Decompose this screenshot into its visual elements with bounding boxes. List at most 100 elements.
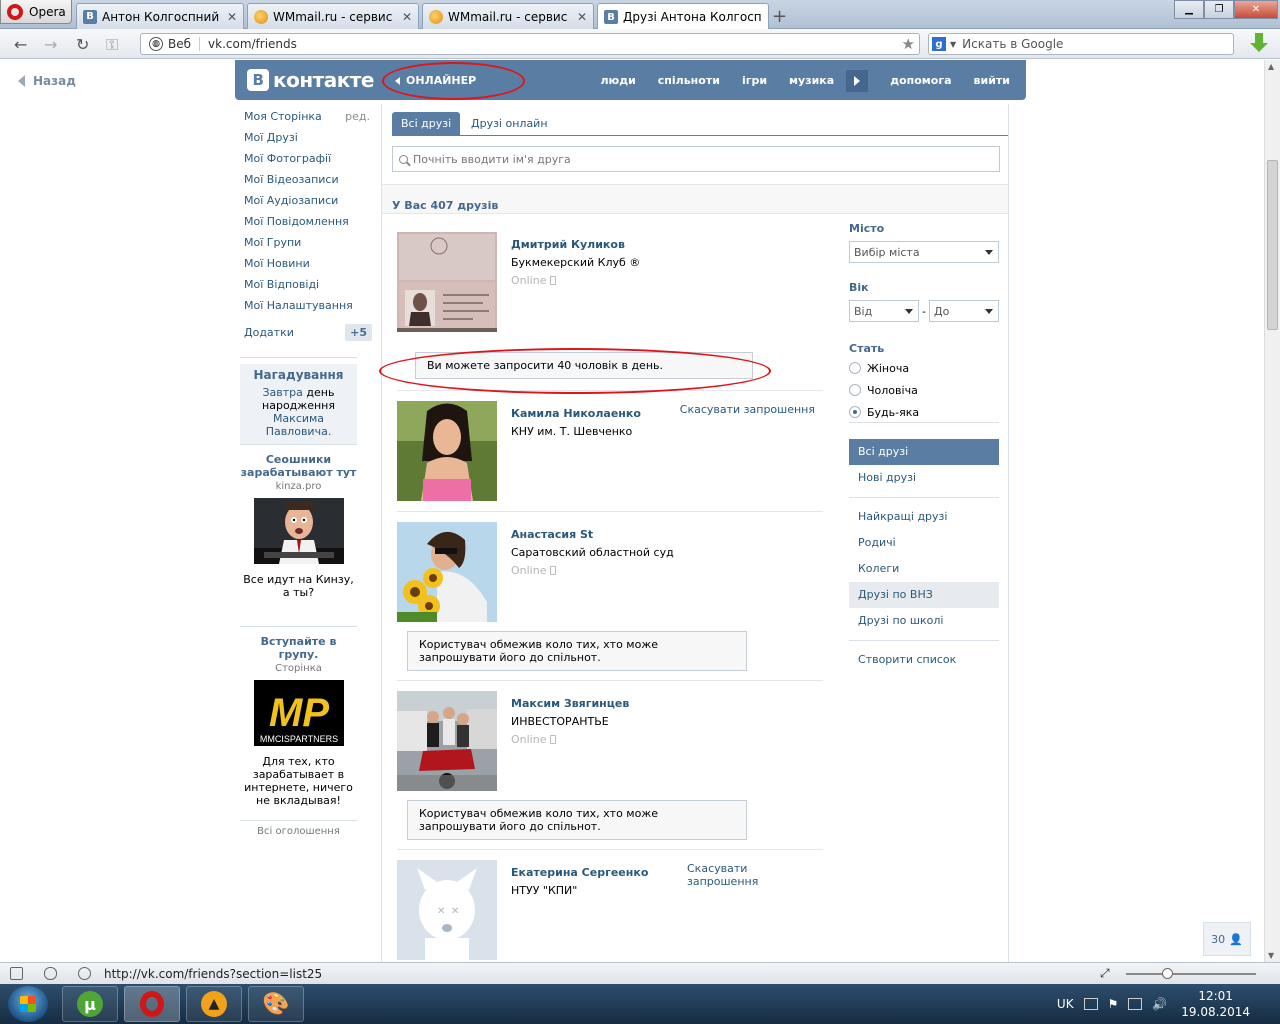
chat-online-button[interactable]: 30 👤 xyxy=(1203,922,1251,956)
list-school-friends[interactable]: Друзі по школі xyxy=(849,608,999,634)
left-menu-apps[interactable]: Додатки +5 xyxy=(244,324,372,347)
cloud-icon[interactable] xyxy=(44,967,57,980)
back-link[interactable]: Назад xyxy=(18,74,76,88)
address-bar[interactable]: ◍ Веб vk.com/friends ★ xyxy=(140,33,920,55)
left-menu-friends[interactable]: Мої Друзі xyxy=(244,131,372,152)
taskbar-paint[interactable]: 🎨 xyxy=(248,986,304,1022)
speed-dial-icon[interactable] xyxy=(78,967,91,980)
menu-games[interactable]: ігри xyxy=(742,74,767,92)
sex-male-radio[interactable]: Чоловіча xyxy=(849,379,999,401)
flag-icon[interactable]: ⚑ xyxy=(1108,997,1119,1011)
friend-photo-passport[interactable] xyxy=(397,232,497,332)
browser-tab-4-active[interactable]: B Друзі Антона Колгосп... xyxy=(597,3,769,30)
friend-photo-motorbike[interactable] xyxy=(397,691,497,791)
friend-name-link[interactable]: Анастасия St xyxy=(511,528,593,541)
sex-any-radio[interactable]: Будь-яка xyxy=(849,401,999,423)
maximize-icon[interactable]: ❐ xyxy=(1204,0,1234,19)
browser-tab-1[interactable]: B Антон Колгоспний ✕ xyxy=(76,3,244,29)
friend-photo-sunflowers[interactable] xyxy=(397,522,497,622)
music-play-icon[interactable] xyxy=(846,70,869,92)
reload-icon[interactable]: ↻ xyxy=(76,35,89,54)
browser-tab-3[interactable]: WMmail.ru - сервис п... ✕ xyxy=(422,3,594,29)
start-button[interactable] xyxy=(8,986,48,1022)
taskbar-utorrent[interactable]: µ xyxy=(62,986,118,1022)
network-icon[interactable] xyxy=(1128,998,1143,1010)
minimize-icon[interactable]: ▁ xyxy=(1174,0,1204,19)
download-icon[interactable] xyxy=(1250,33,1268,53)
sex-female-radio[interactable]: Жіноча xyxy=(849,357,999,379)
left-menu-groups[interactable]: Мої Групи xyxy=(244,236,372,257)
left-menu-settings[interactable]: Мої Налаштування xyxy=(244,299,372,320)
list-all-friends[interactable]: Всі друзі xyxy=(849,439,999,465)
list-relatives[interactable]: Родичі xyxy=(849,530,999,556)
ad-title[interactable]: Вступайте в групу. xyxy=(240,635,357,661)
taskbar-opera[interactable] xyxy=(124,986,180,1022)
opera-menu-button[interactable]: Opera xyxy=(0,0,72,24)
forward-arrow-icon[interactable]: → xyxy=(44,35,57,54)
edit-link[interactable]: ред. xyxy=(345,110,370,124)
back-arrow-icon[interactable]: ← xyxy=(14,35,27,54)
left-menu-answers[interactable]: Мої Відповіді xyxy=(244,278,372,299)
left-menu-news[interactable]: Мої Новини xyxy=(244,257,372,278)
ad-title[interactable]: Сеошники зарабатывают тут xyxy=(240,453,357,479)
list-university-friends[interactable]: Друзі по ВНЗ xyxy=(849,582,999,608)
menu-music[interactable]: музика xyxy=(789,74,834,92)
zoom-slider[interactable] xyxy=(1126,968,1256,979)
view-icon[interactable]: ⤢ xyxy=(1100,966,1110,981)
tab-friends-online[interactable]: Друзі онлайн xyxy=(462,112,557,135)
page-scrollbar[interactable]: ▲ ▼ xyxy=(1264,60,1280,962)
ad-image-mp-logo[interactable]: MP MMCISPARTNERS xyxy=(253,680,344,746)
chevron-down-icon[interactable]: ▼ xyxy=(950,40,956,49)
bookmark-star-icon[interactable]: ★ xyxy=(902,35,919,53)
cancel-invitation-link[interactable]: Скасувати запрошення xyxy=(680,403,815,416)
left-menu-my-page[interactable]: Моя Сторінка ред. xyxy=(244,110,372,131)
new-tab-plus-icon[interactable]: + xyxy=(772,6,787,27)
list-new-friends[interactable]: Нові друзі xyxy=(849,465,999,491)
menu-communities[interactable]: спільноти xyxy=(658,74,720,92)
left-menu-messages[interactable]: Мої Повідомлення xyxy=(244,215,372,236)
list-colleagues[interactable]: Колеги xyxy=(849,556,999,582)
close-window-icon[interactable]: ✕ xyxy=(1234,0,1278,19)
reminder-person-link[interactable]: Максима Павловича. xyxy=(266,412,332,438)
friend-name-link[interactable]: Екатерина Сергеенко xyxy=(511,866,648,879)
tab-all-friends[interactable]: Всі друзі xyxy=(392,112,461,135)
taskbar-aimp[interactable]: ▲ xyxy=(186,986,242,1022)
language-indicator[interactable]: UK xyxy=(1057,997,1074,1011)
keyboard-icon[interactable] xyxy=(1083,998,1098,1010)
cancel-invitation-link[interactable]: Скасувати запрошення xyxy=(687,862,758,888)
friend-name-link[interactable]: Камила Николаенко xyxy=(511,407,641,420)
deactivated-dog-icon[interactable]: ✕ ✕ xyxy=(397,860,497,960)
google-search-field[interactable]: g ▼ Искать в Google xyxy=(928,33,1234,55)
create-list-link[interactable]: Створити список xyxy=(849,647,999,673)
age-to-select[interactable]: До xyxy=(928,300,999,322)
friend-search-input[interactable]: Почніть вводити ім'я друга xyxy=(392,146,1000,172)
key-icon[interactable]: ⚿ xyxy=(106,35,118,55)
ad-block-1[interactable]: Сеошники зарабатывают тут kinza.pro Все … xyxy=(240,444,357,599)
left-menu-photos[interactable]: Мої Фотографії xyxy=(244,152,372,173)
close-tab-icon[interactable]: ✕ xyxy=(577,10,587,24)
menu-help[interactable]: допомога xyxy=(890,74,951,92)
list-best-friends[interactable]: Найкращі друзі xyxy=(849,504,999,530)
scrollbar-thumb[interactable] xyxy=(1267,160,1278,330)
vk-logo[interactable]: В контакте xyxy=(247,68,374,92)
friend-name-link[interactable]: Дмитрий Куликов xyxy=(511,238,625,251)
reminder-tomorrow-link[interactable]: Завтра xyxy=(263,386,303,399)
ad-image-surprised-man[interactable] xyxy=(253,498,344,564)
friend-photo-girl-pink[interactable] xyxy=(397,401,497,501)
left-menu-audio[interactable]: Мої Аудіозаписи xyxy=(244,194,372,215)
browser-tab-2[interactable]: WMmail.ru - сервис п... ✕ xyxy=(247,3,419,29)
menu-people[interactable]: люди xyxy=(600,74,635,92)
close-tab-icon[interactable]: ✕ xyxy=(402,10,412,24)
volume-icon[interactable]: 🔊 xyxy=(1152,997,1167,1011)
all-ads-link[interactable]: Всі оголошення xyxy=(240,820,357,837)
age-from-select[interactable]: Від xyxy=(849,300,919,322)
ad-block-2[interactable]: Вступайте в групу. Сторінка MP MMCISPART… xyxy=(240,626,357,807)
menu-logout[interactable]: вийти xyxy=(974,74,1010,92)
address-input[interactable]: vk.com/friends xyxy=(200,37,902,51)
close-tab-icon[interactable]: ✕ xyxy=(227,10,237,24)
left-menu-videos[interactable]: Мої Відеозаписи xyxy=(244,173,372,194)
clock[interactable]: 12:01 19.08.2014 xyxy=(1181,988,1250,1020)
panel-toggle-icon[interactable] xyxy=(10,967,23,980)
city-select[interactable]: Вибір міста xyxy=(849,241,999,263)
friend-name-link[interactable]: Максим Звягинцев xyxy=(511,697,629,710)
